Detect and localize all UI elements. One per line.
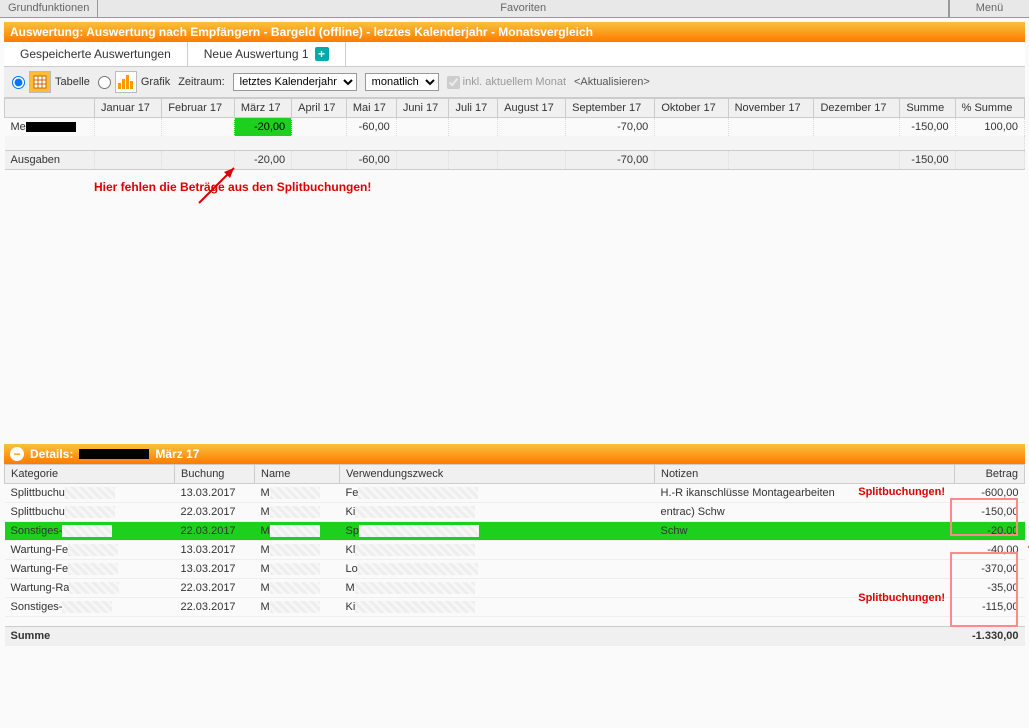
table-row[interactable]: Wartung-Fe13.03.2017MLo-370,00 [5, 559, 1025, 578]
table-header-row: Januar 17 Februar 17 März 17 April 17 Ma… [5, 99, 1025, 118]
table-row[interactable]: Splittbuchu22.03.2017MKientrac) Schw-150… [5, 502, 1025, 521]
toolbar: Tabelle Grafik Zeitraum: letztes Kalende… [4, 67, 1025, 98]
tab-saved-evals[interactable]: Gespeicherte Auswertungen [4, 42, 188, 66]
tab-grundfunktionen[interactable]: Grundfunktionen [0, 0, 98, 17]
page-title-bar: Auswertung: Auswertung nach Empfängern -… [4, 22, 1025, 42]
select-period[interactable]: monatlich [365, 73, 439, 91]
eval-tabs: Gespeicherte Auswertungen Neue Auswertun… [4, 42, 1025, 67]
tab-new-eval[interactable]: Neue Auswertung 1 + [188, 42, 346, 66]
arrow-left-icon: ← [1023, 530, 1029, 558]
table-row[interactable]: Wartung-Fe13.03.2017MKl-40,00 [5, 540, 1025, 559]
radio-tabelle[interactable] [12, 76, 25, 89]
chart-icon [115, 71, 137, 93]
table-row-sum: Ausgaben -20,00 -60,00 -70,00 -150,00 [5, 150, 1025, 169]
tab-favoriten[interactable]: Favoriten [98, 0, 949, 17]
split-label-top: Splitbuchungen! [858, 486, 945, 498]
radio-grafik[interactable] [98, 76, 111, 89]
plus-icon[interactable]: + [315, 47, 329, 61]
tab-menu[interactable]: Menü [949, 0, 1029, 17]
link-aktualisieren[interactable]: <Aktualisieren> [574, 76, 650, 88]
label-tabelle: Tabelle [55, 76, 90, 88]
details-sum-row: Summe -1.330,00 [5, 627, 1025, 646]
arrow-annotation-icon [194, 158, 244, 208]
chk-inkl-monat [447, 76, 460, 89]
select-zeitraum[interactable]: letztes Kalenderjahr [233, 73, 357, 91]
split-label-bot: Splitbuchungen! [858, 592, 945, 604]
table-row[interactable]: Me -20,00 -60,00 -70,00 -150,00 100,00 [5, 118, 1025, 137]
table-header-row: Kategorie Buchung Name Verwendungszweck … [5, 464, 1025, 483]
summary-table: Januar 17 Februar 17 März 17 April 17 Ma… [4, 98, 1025, 170]
page-title: Auswertung: Auswertung nach Empfängern -… [10, 25, 593, 39]
details-title-bar: − Details: März 17 [4, 444, 1025, 464]
table-row[interactable]: Sonstiges-22.03.2017MSpSchw-20,00 [5, 521, 1025, 540]
table-icon [29, 71, 51, 93]
top-menu-bar: Grundfunktionen Favoriten Menü [0, 0, 1029, 18]
collapse-icon[interactable]: − [10, 447, 24, 461]
label-zeitraum: Zeitraum: [178, 76, 224, 88]
label-grafik: Grafik [141, 76, 170, 88]
